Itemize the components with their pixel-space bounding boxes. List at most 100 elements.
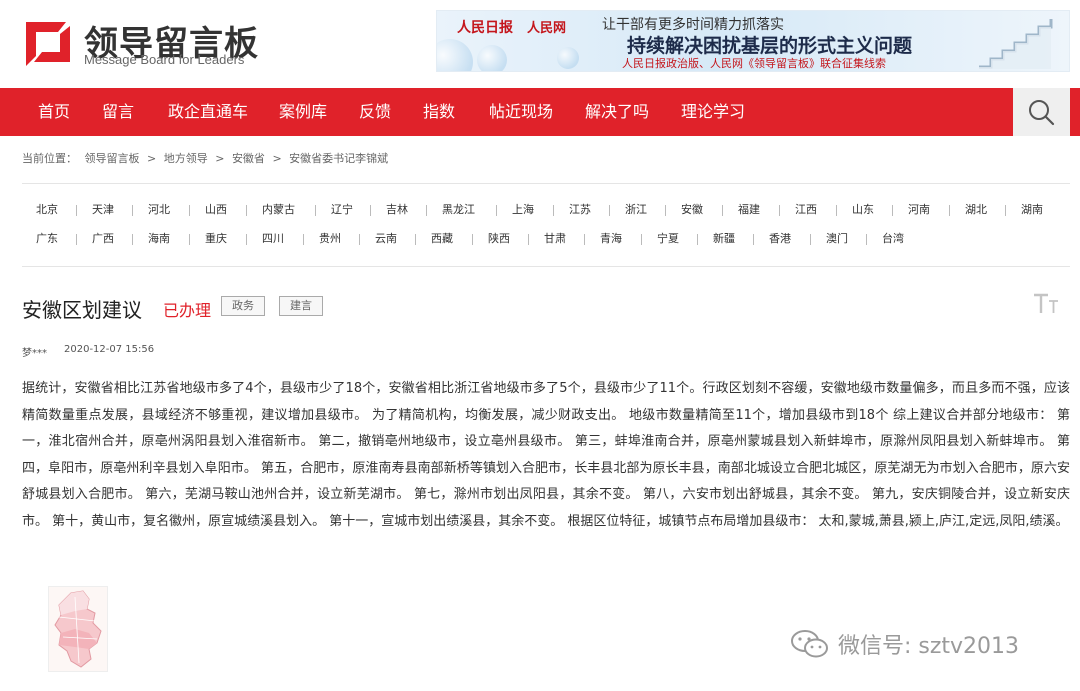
province-link[interactable]: 辽宁 <box>331 202 353 218</box>
people-net-logo: 人民网 <box>527 21 567 36</box>
site-header: 领导留言板 Message Board for Leaders 人民日报 人民网… <box>0 0 1080 88</box>
search-icon <box>1029 100 1055 126</box>
province-separator <box>1005 205 1006 216</box>
breadcrumb-prefix: 当前位置： <box>22 152 77 165</box>
province-link[interactable]: 吉林 <box>386 202 408 218</box>
message-body: 据统计，安徽省相比江苏省地级市多了4个，县级市少了18个，安徽省相比浙江省地级市… <box>22 381 1070 529</box>
tag-suggestion[interactable]: 建言 <box>279 296 323 316</box>
nav-item-theory[interactable]: 理论学习 <box>681 88 745 136</box>
logo-mark-icon <box>26 22 70 66</box>
province-link[interactable]: 湖南 <box>1021 202 1043 218</box>
province-link[interactable]: 江西 <box>795 202 817 218</box>
province-separator <box>415 234 416 245</box>
province-separator <box>665 205 666 216</box>
province-link[interactable]: 重庆 <box>205 231 227 247</box>
nav-item-solved[interactable]: 解决了吗 <box>585 88 649 136</box>
province-link[interactable]: 陕西 <box>488 231 510 247</box>
province-link[interactable]: 云南 <box>375 231 397 247</box>
province-link[interactable]: 福建 <box>738 202 760 218</box>
staircase-icon <box>979 19 1053 69</box>
province-link[interactable]: 河北 <box>148 202 170 218</box>
search-button[interactable] <box>1013 88 1070 136</box>
province-link[interactable]: 安徽 <box>681 202 703 218</box>
banner-bubble <box>477 45 507 71</box>
province-separator <box>949 205 950 216</box>
nav-item-onsite[interactable]: 帖近现场 <box>489 88 553 136</box>
province-link[interactable]: 青海 <box>600 231 622 247</box>
province-separator <box>553 205 554 216</box>
breadcrumb-separator: > <box>272 152 282 165</box>
province-separator <box>866 234 867 245</box>
campaign-banner[interactable]: 人民日报 人民网 让干部有更多时间精力抓落实 持续解决困扰基层的形式主义问题 人… <box>436 10 1070 72</box>
province-separator <box>426 205 427 216</box>
province-link[interactable]: 内蒙古 <box>262 202 295 218</box>
province-separator <box>641 234 642 245</box>
nav-item-feedback[interactable]: 反馈 <box>359 88 391 136</box>
breadcrumb-separator: > <box>147 152 157 165</box>
province-link[interactable]: 天津 <box>92 202 114 218</box>
banner-bubble <box>557 47 579 69</box>
message-title: 安徽区划建议 <box>22 298 142 322</box>
province-separator <box>892 205 893 216</box>
province-link[interactable]: 上海 <box>512 202 534 218</box>
province-link[interactable]: 四川 <box>262 231 284 247</box>
breadcrumb-home[interactable]: 领导留言板 <box>85 152 140 165</box>
map-thumbnail-icon <box>54 590 102 668</box>
province-separator <box>810 234 811 245</box>
province-separator <box>472 234 473 245</box>
province-separator <box>246 205 247 216</box>
nav-item-message[interactable]: 留言 <box>102 88 134 136</box>
province-link[interactable]: 贵州 <box>319 231 341 247</box>
province-link[interactable]: 广东 <box>36 231 58 247</box>
status-badge: 已办理 <box>163 301 212 320</box>
tag-government[interactable]: 政务 <box>221 296 265 316</box>
breadcrumb-leader[interactable]: 安徽省委书记李锦斌 <box>289 152 388 165</box>
province-separator <box>753 234 754 245</box>
province-separator <box>528 234 529 245</box>
province-link[interactable]: 海南 <box>148 231 170 247</box>
attachment-map-thumbnail[interactable] <box>48 586 108 672</box>
province-link[interactable]: 江苏 <box>569 202 591 218</box>
nav-item-cases[interactable]: 案例库 <box>279 88 327 136</box>
province-link[interactable]: 澳门 <box>826 231 848 247</box>
post-time: 2020-12-07 15:56 <box>64 344 155 355</box>
divider <box>22 183 1070 184</box>
province-link[interactable]: 宁夏 <box>657 231 679 247</box>
banner-subline: 人民日报政治版、人民网《领导留言板》联合征集线索 <box>622 57 886 70</box>
province-separator <box>132 234 133 245</box>
province-link[interactable]: 山东 <box>852 202 874 218</box>
nav-item-index[interactable]: 指数 <box>423 88 455 136</box>
province-link[interactable]: 广西 <box>92 231 114 247</box>
province-separator <box>779 205 780 216</box>
site-logo[interactable]: 领导留言板 Message Board for Leaders <box>22 14 262 74</box>
province-link[interactable]: 香港 <box>769 231 791 247</box>
province-separator <box>697 234 698 245</box>
province-link[interactable]: 黑龙江 <box>442 202 475 218</box>
banner-bubble <box>437 39 473 71</box>
province-link[interactable]: 西藏 <box>431 231 453 247</box>
province-link[interactable]: 湖北 <box>965 202 987 218</box>
province-separator <box>496 205 497 216</box>
province-separator <box>370 205 371 216</box>
province-link[interactable]: 台湾 <box>882 231 904 247</box>
breadcrumb-separator: > <box>215 152 225 165</box>
province-link[interactable]: 浙江 <box>625 202 647 218</box>
province-separator <box>76 234 77 245</box>
province-link[interactable]: 甘肃 <box>544 231 566 247</box>
province-separator <box>303 234 304 245</box>
font-size-toggle[interactable] <box>1032 292 1060 316</box>
province-separator <box>76 205 77 216</box>
province-link[interactable]: 山西 <box>205 202 227 218</box>
province-separator <box>359 234 360 245</box>
banner-headline-2: 持续解决困扰基层的形式主义问题 <box>627 35 913 57</box>
nav-item-business[interactable]: 政企直通车 <box>168 88 248 136</box>
breadcrumb-province[interactable]: 安徽省 <box>232 152 265 165</box>
watermark-text: 微信号: sztv2013 <box>838 634 1020 659</box>
breadcrumb-local-leaders[interactable]: 地方领导 <box>164 152 208 165</box>
province-link[interactable]: 北京 <box>36 202 58 218</box>
nav-item-home[interactable]: 首页 <box>38 88 70 136</box>
text-size-icon <box>1034 293 1058 313</box>
province-link[interactable]: 河南 <box>908 202 930 218</box>
province-separator <box>132 205 133 216</box>
province-link[interactable]: 新疆 <box>713 231 735 247</box>
